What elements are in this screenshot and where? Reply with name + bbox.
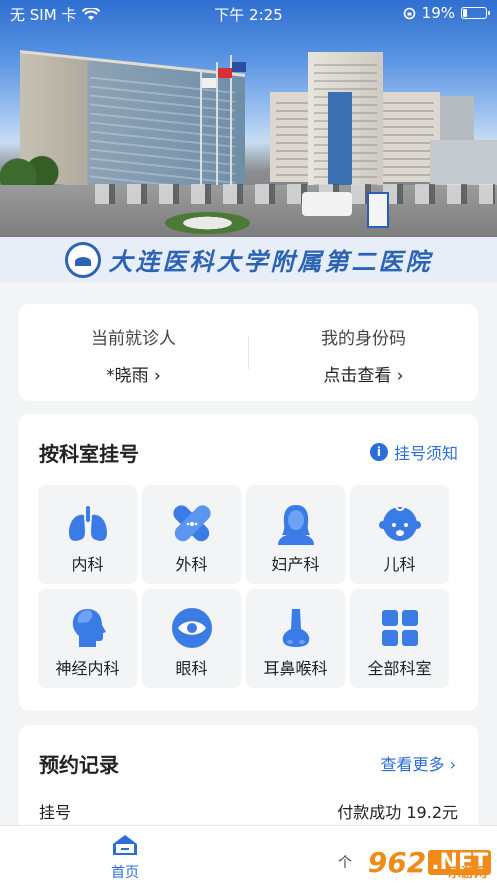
dept-label: 儿科 bbox=[383, 555, 416, 574]
watermark-main: 962 bbox=[367, 846, 427, 879]
id-code[interactable]: 我的身份码 点击查看 › bbox=[249, 304, 478, 401]
dept-tile-internal[interactable]: 内科 bbox=[38, 485, 137, 584]
tab-me[interactable]: 个 bbox=[338, 852, 352, 872]
nose-icon bbox=[282, 609, 309, 647]
home-icon bbox=[113, 835, 137, 855]
chevron-right-icon: › bbox=[396, 366, 404, 386]
lungs-icon bbox=[68, 506, 107, 541]
building-far bbox=[430, 140, 497, 185]
more-label: 查看更多 bbox=[380, 755, 445, 774]
info-icon: i bbox=[369, 443, 388, 461]
dept-label: 妇产科 bbox=[271, 555, 320, 574]
current-patient-label: 当前就诊人 bbox=[91, 329, 176, 349]
record-type: 挂号 bbox=[39, 803, 72, 822]
view-more-link[interactable]: 查看更多 › bbox=[380, 751, 456, 775]
grid-icon bbox=[381, 610, 418, 646]
department-card: 按科室挂号 i 挂号须知 内科 外科 妇产科 儿科 神经内科 眼科 耳鼻喉科 全… bbox=[19, 414, 478, 711]
dept-label: 外科 bbox=[175, 555, 208, 574]
flower-bed bbox=[165, 212, 250, 234]
records-title: 预约记录 bbox=[39, 753, 119, 777]
chevron-right-icon: › bbox=[449, 755, 456, 774]
eye-icon bbox=[171, 608, 212, 648]
registration-notice-link[interactable]: i 挂号须知 bbox=[369, 440, 458, 464]
notice-label: 挂号须知 bbox=[393, 444, 458, 463]
rotation-lock-icon bbox=[403, 7, 415, 19]
status-bar: 无 SIM 卡 下午 2:25 19% bbox=[0, 0, 497, 26]
woman-icon bbox=[277, 505, 314, 545]
dept-tile-neurology[interactable]: 神经内科 bbox=[38, 589, 137, 688]
baby-icon bbox=[378, 506, 421, 541]
hospital-logo-icon bbox=[64, 241, 101, 278]
tab-home[interactable]: 首页 bbox=[105, 834, 145, 882]
current-patient[interactable]: 当前就诊人 *晓雨 › bbox=[19, 304, 248, 401]
dept-label: 神经内科 bbox=[55, 659, 120, 678]
parked-cars bbox=[95, 184, 495, 204]
van bbox=[302, 192, 352, 216]
hospital-banner-image bbox=[0, 0, 497, 237]
battery-percent: 19% bbox=[421, 4, 455, 22]
dept-tile-all[interactable]: 全部科室 bbox=[350, 589, 449, 688]
watermark-sub: 乐游网 bbox=[447, 866, 487, 881]
chevron-right-icon: › bbox=[154, 366, 161, 386]
tab-me-label: 个 bbox=[338, 855, 352, 871]
hospital-name-bar: 大连医科大学附属第二医院 bbox=[0, 237, 497, 282]
dept-label: 眼科 bbox=[175, 659, 208, 678]
id-code-value: 点击查看 bbox=[323, 366, 392, 386]
dept-label: 内科 bbox=[71, 555, 104, 574]
building-tower bbox=[308, 52, 383, 192]
bandage-icon bbox=[172, 505, 211, 542]
tab-home-label: 首页 bbox=[111, 865, 139, 881]
record-status: 付款成功 19.2元 bbox=[337, 803, 458, 822]
record-row[interactable]: 挂号 付款成功 19.2元 bbox=[39, 799, 458, 823]
id-code-label: 我的身份码 bbox=[321, 329, 406, 349]
dept-tile-obstetrics[interactable]: 妇产科 bbox=[246, 485, 345, 584]
patient-card: 当前就诊人 *晓雨 › 我的身份码 点击查看 › bbox=[19, 304, 478, 401]
sign-board bbox=[367, 192, 389, 228]
department-title: 按科室挂号 bbox=[39, 442, 139, 466]
dept-tile-surgery[interactable]: 外科 bbox=[142, 485, 241, 584]
clock: 下午 2:25 bbox=[214, 6, 283, 24]
dept-tile-pediatrics[interactable]: 儿科 bbox=[350, 485, 449, 584]
hospital-name: 大连医科大学附属第二医院 bbox=[108, 247, 433, 276]
current-patient-value: *晓雨 bbox=[106, 366, 149, 386]
watermark-logo: 962 .NET 乐游网 bbox=[356, 831, 491, 881]
dept-label: 全部科室 bbox=[367, 659, 432, 678]
dept-tile-ophthalmology[interactable]: 眼科 bbox=[142, 589, 241, 688]
department-grid: 内科 外科 妇产科 儿科 神经内科 眼科 耳鼻喉科 全部科室 bbox=[38, 485, 449, 688]
head-icon bbox=[72, 609, 106, 647]
battery-icon bbox=[461, 7, 490, 19]
dept-tile-ent[interactable]: 耳鼻喉科 bbox=[246, 589, 345, 688]
dept-label: 耳鼻喉科 bbox=[263, 659, 328, 678]
